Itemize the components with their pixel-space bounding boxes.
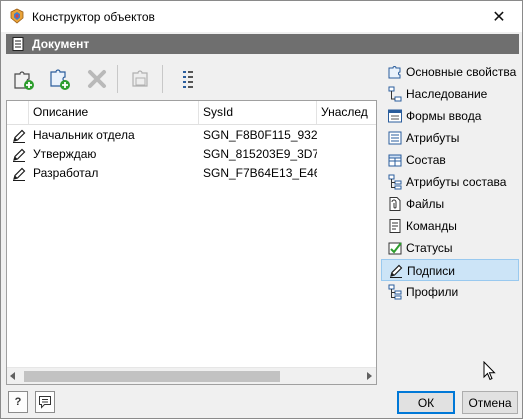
toolbar-separator bbox=[162, 65, 163, 93]
section-item-composition-attributes[interactable]: Атрибуты состава bbox=[381, 171, 519, 193]
commands-icon bbox=[389, 219, 401, 233]
signatures-grid[interactable]: Описание SysId Унаслед Начальник отдела … bbox=[6, 100, 377, 385]
section-label: Профили bbox=[406, 285, 459, 299]
section-label: Подписи bbox=[407, 264, 455, 278]
section-label: Наследование bbox=[406, 87, 488, 101]
section-item-statuses[interactable]: Статусы bbox=[381, 237, 519, 259]
grid-header: Описание SysId Унаслед bbox=[7, 101, 376, 125]
delete-button[interactable] bbox=[83, 65, 111, 93]
column-header-description[interactable]: Описание bbox=[29, 101, 199, 124]
copy-button[interactable] bbox=[126, 65, 154, 93]
puzzle-add-alt-icon bbox=[50, 69, 70, 90]
list-settings-icon bbox=[183, 71, 193, 88]
section-label: Основные свойства bbox=[406, 65, 517, 79]
ok-button[interactable]: ОК bbox=[397, 391, 455, 414]
cell-sysid: SGN_F8B0F115_932... bbox=[203, 128, 317, 142]
section-item-composition[interactable]: Состав bbox=[381, 149, 519, 171]
puzzle-add-icon bbox=[14, 71, 34, 90]
pencil-icon bbox=[13, 167, 26, 181]
attributes-icon bbox=[388, 131, 402, 145]
add-puzzle-button[interactable] bbox=[10, 65, 38, 93]
header-icon-column bbox=[7, 101, 29, 124]
help-icon: ? bbox=[14, 396, 22, 408]
horizontal-scrollbar[interactable] bbox=[7, 367, 376, 384]
object-designer-window: Конструктор объектов ✕ Документ Описание… bbox=[0, 0, 523, 419]
section-label: Формы ввода bbox=[406, 109, 482, 123]
copy-puzzle-icon bbox=[132, 70, 148, 87]
app-icon bbox=[10, 8, 24, 24]
table-row[interactable]: Утверждаю SGN_815203E9_3D7... bbox=[7, 145, 376, 164]
section-item-inheritance[interactable]: Наследование bbox=[381, 83, 519, 105]
mouse-cursor-icon bbox=[483, 361, 496, 381]
signatures-icon bbox=[390, 264, 403, 278]
add-puzzle-alt-button[interactable] bbox=[46, 65, 74, 93]
input-form-icon bbox=[388, 109, 402, 123]
profiles-icon bbox=[388, 284, 402, 300]
section-item-input-forms[interactable]: Формы ввода bbox=[381, 105, 519, 127]
window-title: Конструктор объектов bbox=[32, 10, 155, 24]
close-icon: ✕ bbox=[492, 8, 506, 26]
cancel-button[interactable]: Отмена bbox=[462, 391, 518, 414]
pencil-icon bbox=[13, 129, 26, 143]
cell-description: Утверждаю bbox=[33, 147, 97, 161]
scroll-left-icon[interactable] bbox=[10, 372, 15, 380]
comment-icon bbox=[39, 396, 51, 409]
scrollbar-thumb[interactable] bbox=[24, 371, 280, 382]
section-item-attributes[interactable]: Атрибуты bbox=[381, 127, 519, 149]
section-item-main-properties[interactable]: Основные свойства bbox=[381, 61, 519, 83]
section-label: Состав bbox=[406, 153, 446, 167]
column-header-inherited[interactable]: Унаслед bbox=[317, 101, 376, 124]
section-label: Команды bbox=[406, 219, 457, 233]
cell-sysid: SGN_F7B64E13_E46... bbox=[203, 166, 317, 180]
table-row[interactable]: Начальник отдела SGN_F8B0F115_932... bbox=[7, 126, 376, 145]
section-label: Атрибуты состава bbox=[406, 175, 507, 189]
statuses-icon bbox=[388, 242, 402, 255]
scroll-right-icon[interactable] bbox=[367, 372, 372, 380]
cell-description: Начальник отдела bbox=[33, 128, 135, 142]
delete-x-icon bbox=[88, 70, 106, 88]
document-icon bbox=[12, 37, 24, 51]
table-row[interactable]: Разработал SGN_F7B64E13_E46... bbox=[7, 164, 376, 183]
title-bar[interactable]: Конструктор объектов ✕ bbox=[1, 1, 522, 32]
cell-description: Разработал bbox=[33, 166, 99, 180]
section-label: Статусы bbox=[406, 241, 453, 255]
section-item-files[interactable]: Файлы bbox=[381, 193, 519, 215]
composition-attributes-icon bbox=[388, 174, 402, 190]
section-list: Основные свойства Наследование Формы вво… bbox=[381, 61, 519, 311]
help-button[interactable]: ? bbox=[8, 391, 28, 413]
object-header: Документ bbox=[6, 34, 519, 54]
comment-button[interactable] bbox=[35, 391, 55, 413]
column-header-sysid[interactable]: SysId bbox=[199, 101, 317, 124]
close-button[interactable]: ✕ bbox=[476, 1, 522, 32]
section-item-profiles[interactable]: Профили bbox=[381, 281, 519, 303]
inheritance-icon bbox=[388, 86, 402, 102]
toolbar bbox=[6, 61, 376, 97]
composition-icon bbox=[388, 154, 402, 167]
object-type-title: Документ bbox=[32, 37, 90, 51]
toolbar-separator bbox=[117, 65, 118, 93]
section-label: Файлы bbox=[406, 197, 445, 211]
section-item-commands[interactable]: Команды bbox=[381, 215, 519, 237]
properties-icon bbox=[388, 66, 401, 79]
dialog-footer: ? ОК Отмена bbox=[1, 388, 522, 418]
section-label: Атрибуты bbox=[406, 131, 460, 145]
cell-sysid: SGN_815203E9_3D7... bbox=[203, 147, 317, 161]
section-item-signatures[interactable]: Подписи bbox=[381, 259, 519, 281]
pencil-icon bbox=[13, 148, 26, 162]
files-icon bbox=[389, 197, 401, 211]
list-settings-button[interactable] bbox=[174, 65, 202, 93]
